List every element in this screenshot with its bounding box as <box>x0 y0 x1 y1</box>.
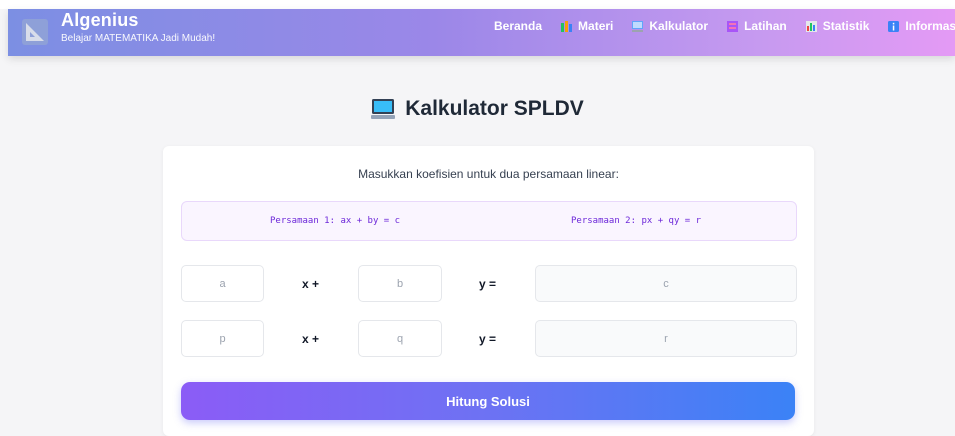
nav-materi[interactable]: Materi <box>561 19 613 33</box>
coef-p-input[interactable]: p <box>181 320 264 357</box>
x-plus-operator: x + <box>302 277 320 291</box>
info-icon <box>888 20 900 32</box>
equation-info-box: Persamaan 1: ax + by = c Persamaan 2: px… <box>181 201 797 241</box>
page-title-text: Kalkulator SPLDV <box>405 97 584 120</box>
nav-informasi-label: Informasi <box>905 19 955 33</box>
page-title: Kalkulator SPLDV <box>0 97 955 121</box>
brand-tagline: Belajar MATEMATIKA Jadi Mudah! <box>61 33 216 44</box>
nav-beranda[interactable]: Beranda <box>494 19 542 33</box>
y-equals-operator: y = <box>479 277 497 291</box>
equation-2-label: Persamaan 2: px + qy = r <box>571 216 702 226</box>
x-plus-operator: x + <box>302 332 320 346</box>
computer-icon <box>632 20 644 32</box>
const-r-input[interactable]: r <box>535 320 797 357</box>
nav-kalkulator-label: Kalkulator <box>649 19 709 33</box>
nav-beranda-label: Beranda <box>494 19 543 33</box>
main-nav: Beranda Materi Kalkulator Latihan Statis… <box>494 19 955 33</box>
coef-q-input[interactable]: q <box>358 320 442 357</box>
notebook-icon <box>727 20 739 32</box>
nav-latihan-label: Latihan <box>744 19 787 33</box>
nav-materi-label: Materi <box>578 19 614 33</box>
coef-b-input[interactable]: b <box>358 265 442 302</box>
books-icon <box>561 20 573 32</box>
calculator-card: Masukkan koefisien untuk dua persamaan l… <box>163 146 814 436</box>
bar-chart-icon <box>805 20 817 32</box>
nav-informasi[interactable]: Informasi <box>888 19 955 33</box>
triangle-ruler-icon[interactable] <box>22 19 48 45</box>
brand-name[interactable]: Algenius <box>61 10 139 31</box>
calculate-button[interactable]: Hitung Solusi <box>181 382 795 420</box>
navbar: Algenius Belajar MATEMATIKA Jadi Mudah! … <box>8 9 955 56</box>
computer-icon <box>371 99 396 119</box>
nav-kalkulator[interactable]: Kalkulator <box>632 19 708 33</box>
instruction-text: Masukkan koefisien untuk dua persamaan l… <box>358 167 619 181</box>
const-c-input[interactable]: c <box>535 265 797 302</box>
coef-a-input[interactable]: a <box>181 265 264 302</box>
nav-latihan[interactable]: Latihan <box>727 19 787 33</box>
nav-statistik-label: Statistik <box>822 19 870 33</box>
nav-statistik[interactable]: Statistik <box>805 19 870 33</box>
y-equals-operator: y = <box>479 332 497 346</box>
top-strip <box>0 0 955 9</box>
equation-1-label: Persamaan 1: ax + by = c <box>270 216 401 226</box>
